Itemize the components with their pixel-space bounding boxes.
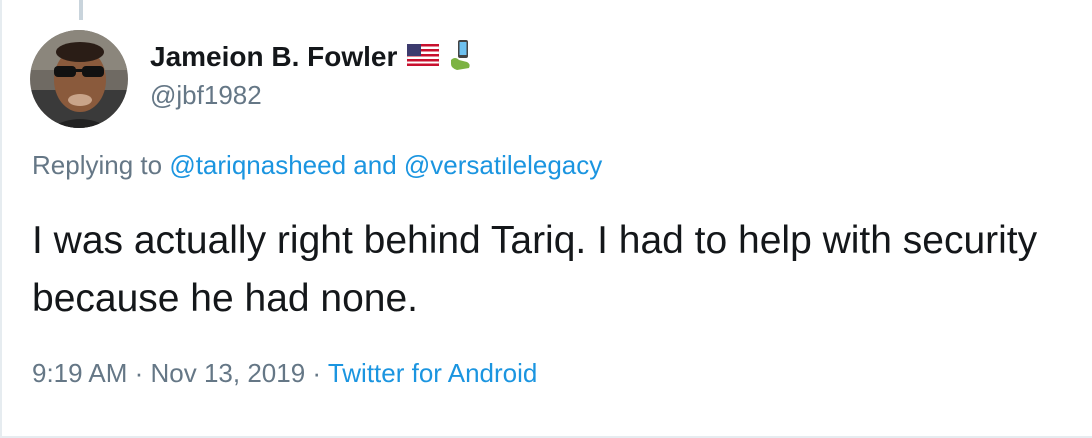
display-name[interactable]: Jameion B. Fowler <box>150 41 397 73</box>
replying-to: Replying to @tariqnasheed and @versatile… <box>32 150 602 181</box>
mention-link[interactable]: @versatilelegacy <box>404 150 602 180</box>
left-border <box>0 0 2 438</box>
phone-in-hand-icon <box>449 38 475 77</box>
avatar-photo <box>30 30 128 128</box>
author-block: Jameion B. Fowler @jbf1982 <box>150 38 475 111</box>
tweet-time[interactable]: 9:19 AM <box>32 358 127 388</box>
avatar[interactable] <box>30 30 128 128</box>
tweet-meta: 9:19 AM · Nov 13, 2019 · Twitter for And… <box>32 358 537 389</box>
tweet-source-link[interactable]: Twitter for Android <box>328 358 538 388</box>
handle[interactable]: @jbf1982 <box>150 80 475 111</box>
meta-separator: · <box>127 358 151 388</box>
thread-connector-line <box>79 0 83 20</box>
tweet-text: I was actually right behind Tariq. I had… <box>32 219 1038 320</box>
us-flag-icon <box>407 43 440 71</box>
replying-prefix: Replying to <box>32 150 170 180</box>
name-row: Jameion B. Fowler <box>150 38 475 76</box>
replying-connector: and <box>346 150 404 180</box>
tweet-date[interactable]: Nov 13, 2019 <box>151 358 306 388</box>
mention-link[interactable]: @tariqnasheed <box>169 150 346 180</box>
meta-separator: · <box>305 358 328 388</box>
